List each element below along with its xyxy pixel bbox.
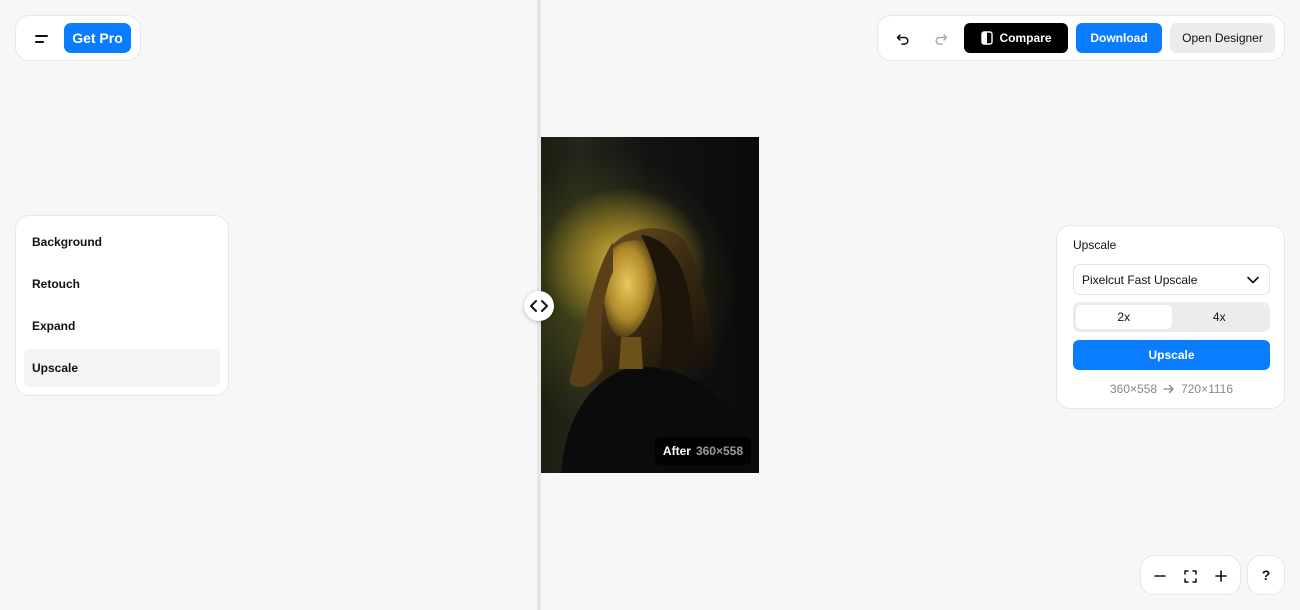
zoom-controls [1140,555,1241,595]
menu-icon[interactable] [32,30,50,48]
chevron-down-icon [1247,276,1259,283]
from-dimensions: 360×558 [1109,382,1158,396]
top-left-panel: Get Pro [15,15,141,61]
chevrons-left-right-icon [530,300,548,312]
sidebar-item-label: Background [32,235,103,249]
scale-option-4x[interactable]: 4x [1172,305,1268,329]
sidebar-item-label: Expand [32,319,76,333]
sidebar-item-retouch[interactable]: Retouch [24,265,220,303]
zoom-in-icon[interactable] [1210,565,1232,587]
upscale-panel: Upscale Pixelcut Fast Upscale 2x 4x Upsc… [1056,225,1285,409]
help-button[interactable]: ? [1248,556,1284,594]
compare-icon [981,31,994,45]
upscale-model-value: Pixelcut Fast Upscale [1082,272,1198,287]
upscale-dimensions: 360×558 720×1116 [1073,382,1270,396]
upscale-panel-title: Upscale [1073,238,1117,252]
to-dimensions: 720×1116 [1181,382,1233,396]
sidebar-item-upscale[interactable]: Upscale [24,349,220,387]
zoom-out-icon[interactable] [1149,565,1171,587]
upscale-model-select[interactable]: Pixelcut Fast Upscale [1073,264,1270,295]
sidebar-item-label: Retouch [32,277,80,291]
compare-button[interactable]: Compare [964,23,1068,53]
compare-slider-handle[interactable] [524,291,554,321]
top-toolbar: Compare Download Open Designer [877,15,1285,61]
redo-icon[interactable] [930,28,952,50]
sidebar-item-expand[interactable]: Expand [24,307,220,345]
after-dimensions: 360×558 [695,444,743,458]
upscale-button[interactable]: Upscale [1073,340,1270,370]
help-panel: ? [1247,555,1285,595]
fit-screen-icon[interactable] [1179,565,1201,587]
after-badge: After 360×558 [654,437,751,465]
sidebar-item-label: Upscale [32,361,79,375]
open-designer-button[interactable]: Open Designer [1170,23,1275,53]
get-pro-button[interactable]: Get Pro [64,23,131,53]
compare-label: Compare [999,31,1052,45]
download-button[interactable]: Download [1076,23,1162,53]
sidebar-item-background[interactable]: Background [24,223,220,261]
undo-icon[interactable] [892,28,914,50]
scale-toggle: 2x 4x [1073,302,1270,332]
portrait-illustration [561,228,753,473]
after-label: After [662,444,691,458]
scale-option-2x[interactable]: 2x [1076,305,1172,329]
edited-photo: After 360×558 [541,137,759,473]
tools-sidebar: Background Retouch Expand Upscale [15,215,229,396]
arrow-right-icon [1163,384,1174,394]
